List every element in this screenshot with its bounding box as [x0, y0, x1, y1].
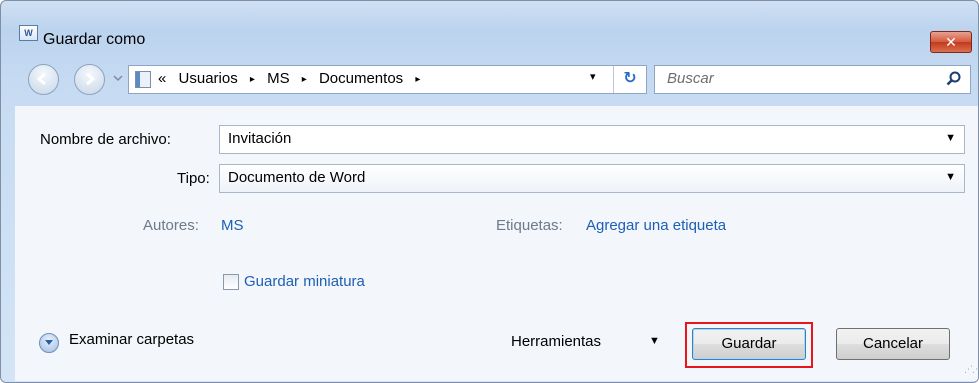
chevron-down-icon[interactable]: ▼: [945, 132, 956, 144]
refresh-button[interactable]: ↻: [613, 66, 646, 93]
back-button[interactable]: [28, 64, 59, 95]
filename-field[interactable]: Invitación ▼: [219, 125, 965, 154]
resize-grip[interactable]: ⋰⋰: [964, 364, 978, 375]
browse-folders-label[interactable]: Examinar carpetas: [69, 331, 194, 348]
arrow-left-icon: [36, 72, 46, 86]
arrow-right-icon: [86, 72, 96, 86]
address-dropdown-icon[interactable]: ▾: [590, 70, 596, 83]
search-icon[interactable]: [946, 71, 962, 87]
breadcrumb-overflow[interactable]: «: [158, 70, 166, 87]
authors-value[interactable]: MS: [221, 217, 244, 234]
save-options-panel: Nombre de archivo: Invitación ▼ Tipo: Do…: [15, 106, 978, 381]
save-thumbnail-label[interactable]: Guardar miniatura: [244, 273, 365, 290]
title-bar: W Guardar como ✕: [1, 1, 978, 53]
chevron-down-icon[interactable]: ▼: [649, 335, 660, 347]
breadcrumb-item-documentos[interactable]: Documentos: [319, 70, 403, 87]
type-value[interactable]: Documento de Word: [228, 169, 365, 186]
chevron-right-icon[interactable]: ▸: [302, 74, 307, 85]
address-bar[interactable]: « Usuarios ▸ MS ▸ Documentos ▸ ▾ ↻: [128, 65, 647, 94]
tags-label: Etiquetas:: [496, 217, 563, 234]
cancel-button[interactable]: Cancelar: [836, 328, 950, 360]
chevron-down-icon[interactable]: ▼: [945, 171, 956, 183]
authors-label: Autores:: [143, 217, 199, 234]
word-document-icon: W: [19, 25, 38, 41]
browse-folders-toggle[interactable]: [39, 333, 59, 353]
breadcrumb-item-ms[interactable]: MS: [267, 70, 290, 87]
save-as-dialog: W Guardar como ✕ « Usuarios ▸ MS ▸ Docum…: [0, 0, 979, 383]
chevron-right-icon[interactable]: ▸: [415, 74, 420, 85]
chevron-right-icon[interactable]: ▸: [250, 74, 255, 85]
save-thumbnail-checkbox[interactable]: [223, 274, 239, 290]
close-button[interactable]: ✕: [930, 31, 972, 53]
window-title: Guardar como: [43, 31, 146, 48]
chevron-down-icon: [45, 340, 53, 345]
search-input[interactable]: [667, 70, 937, 87]
save-button[interactable]: Guardar: [692, 328, 806, 360]
tools-menu[interactable]: Herramientas: [511, 333, 601, 350]
type-select[interactable]: Documento de Word ▼: [219, 164, 965, 193]
folder-icon: [135, 71, 151, 88]
breadcrumb: « Usuarios ▸ MS ▸ Documentos ▸: [158, 70, 428, 87]
search-box[interactable]: [654, 65, 971, 94]
add-tag-link[interactable]: Agregar una etiqueta: [586, 217, 726, 234]
filename-label: Nombre de archivo:: [40, 131, 171, 148]
type-label: Tipo:: [177, 170, 210, 187]
filename-value[interactable]: Invitación: [228, 130, 291, 147]
breadcrumb-item-usuarios[interactable]: Usuarios: [179, 70, 238, 87]
forward-button[interactable]: [74, 64, 105, 95]
recent-pages-dropdown-icon[interactable]: [113, 73, 123, 83]
